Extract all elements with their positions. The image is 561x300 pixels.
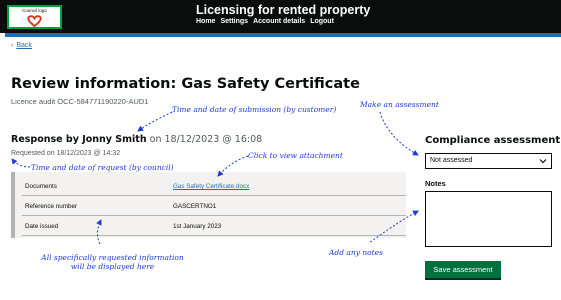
arrow-to-attachment xyxy=(217,155,249,177)
arrow-to-submission xyxy=(137,111,173,132)
arrow-to-assessment xyxy=(379,111,419,156)
arrow-to-request xyxy=(11,158,31,168)
arrow-to-details xyxy=(96,219,102,245)
annotation-arrows xyxy=(11,111,419,245)
arrow-to-notes xyxy=(369,210,419,243)
